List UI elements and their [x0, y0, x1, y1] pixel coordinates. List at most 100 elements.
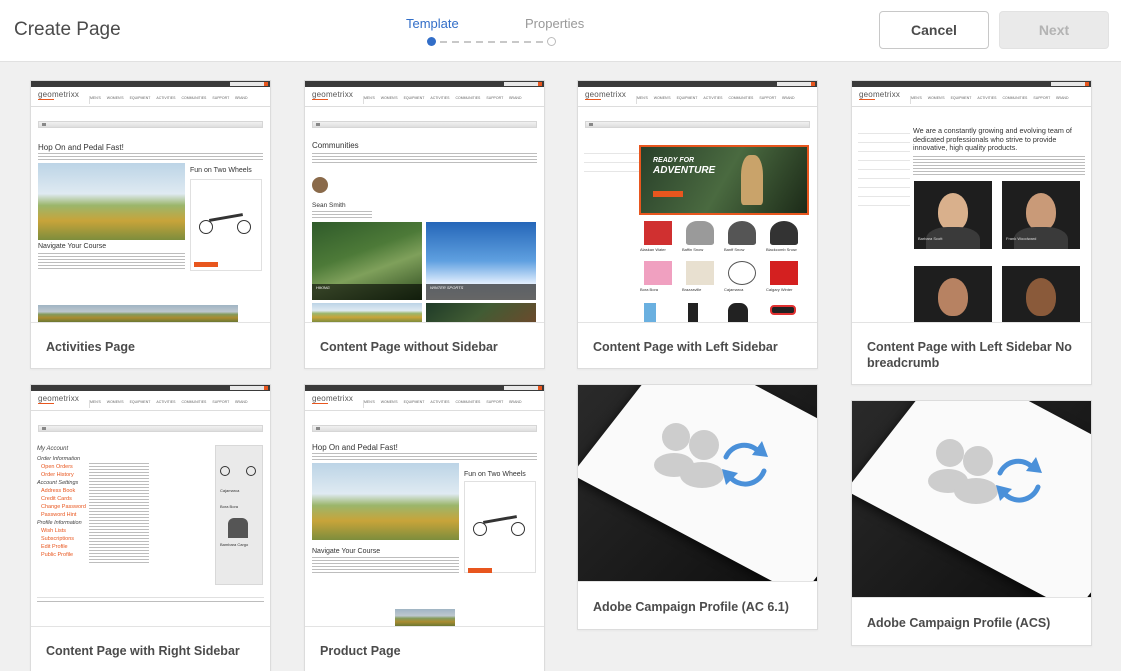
template-card-content-no-sidebar[interactable]: geometrixx MEN'S WOMEN'S EQUIPMENT ACTIVITI…: [304, 80, 545, 369]
thumb-divider: [852, 106, 1091, 107]
thumb-product-image: [688, 303, 698, 322]
template-thumbnail: geometrixx MEN'S WOMEN'S EQUIPMENT ACTIVITI…: [852, 81, 1091, 322]
thumb-logo: geometrixx: [38, 394, 80, 403]
thumb-logo: geometrixx: [859, 90, 901, 99]
thumb-sidebar: [858, 125, 910, 206]
card-divider: [852, 597, 1091, 598]
template-label: Content Page with Left Sidebar: [593, 340, 778, 354]
thumb-sidebar-item: [584, 163, 639, 172]
thumb-nav: MEN'S WOMEN'S EQUIPMENT ACTIVITIES COMMUNITI…: [910, 96, 1085, 104]
thumb-product-name: Brazzaville: [682, 287, 702, 292]
thumb-product: Calgary Winter: [766, 261, 802, 299]
template-card-right-sidebar[interactable]: geometrixx MEN'S WOMEN'S EQUIPMENT ACTIVITI…: [30, 384, 271, 671]
thumb-logo-underline: [38, 403, 54, 404]
thumb-footer-divider: [37, 597, 264, 598]
thumb-nav-item: MEN'S: [90, 400, 101, 404]
bike-wheel: [511, 522, 525, 536]
thumb-image-mountain: [312, 463, 459, 540]
template-label: Adobe Campaign Profile (ACS): [867, 616, 1051, 630]
bike-icon: [197, 202, 257, 242]
thumb-breadcrumb: [585, 121, 810, 128]
thumb-divider: [305, 410, 544, 411]
thumb-product: Blackcomb Snow: [766, 221, 802, 259]
thumb-nav-item: BRAND: [235, 400, 248, 404]
template-thumbnail: geometrixx MEN'S WOMEN'S EQUIPMENT ACTIVITI…: [31, 385, 270, 626]
thumb-nav-item: EQUIPMENT: [129, 400, 151, 404]
step-properties[interactable]: Properties: [525, 16, 584, 31]
template-label: Product Page: [320, 644, 401, 658]
thumb-text-lines: [312, 211, 372, 218]
thumb-link: Subscriptions: [41, 536, 75, 542]
thumb-nav-item: MEN'S: [637, 96, 648, 100]
card-divider: [31, 322, 270, 323]
template-card-product[interactable]: geometrixx MEN'S WOMEN'S EQUIPMENT ACTIVITI…: [304, 384, 545, 671]
thumb-subheading: Navigate Your Course: [312, 548, 381, 555]
thumb-portrait: Barbara Scott: [914, 181, 992, 249]
thumb-product: Bora Bora: [640, 261, 676, 299]
thumb-portrait-name: Frank Woodward: [1006, 236, 1037, 241]
thumb-section-title: Profile Information: [37, 520, 82, 526]
thumb-text-lines: [913, 156, 1085, 176]
thumb-link: Password Hint: [41, 512, 77, 518]
thumb-topbar: [578, 81, 817, 87]
thumb-nav-item: ACTIVITIES: [430, 400, 450, 404]
thumb-product: Banff Snow: [724, 221, 760, 259]
thumb-nav-item: BRAND: [1056, 96, 1069, 100]
template-card-campaign-ac61[interactable]: Adobe Campaign Profile (AC 6.1): [577, 384, 818, 630]
bike-wheel: [237, 220, 251, 234]
template-card-left-sidebar-no-breadcrumb[interactable]: geometrixx MEN'S WOMEN'S EQUIPMENT ACTIVITI…: [851, 80, 1092, 385]
thumb-sidebar: [584, 145, 639, 172]
template-card-campaign-acs[interactable]: Adobe Campaign Profile (ACS): [851, 400, 1092, 646]
thumb-nav: MEN'S WOMEN'S EQUIPMENT ACTIVITIES COMMUNITI…: [363, 400, 538, 408]
thumb-logo-underline: [312, 99, 328, 100]
thumb-search-go: [264, 82, 268, 86]
progress-dash: [500, 41, 507, 43]
progress-dash: [464, 41, 471, 43]
step-template[interactable]: Template: [406, 16, 459, 31]
thumb-image-strip: [426, 303, 536, 322]
wizard-progress: [427, 36, 557, 46]
thumb-image-hiking: HIKING: [312, 222, 422, 300]
thumb-sidebar-item: [858, 125, 910, 134]
thumb-product: Cajamarca: [724, 261, 760, 299]
thumb-nav-item: MEN'S: [911, 96, 922, 100]
bike-wheel: [473, 522, 487, 536]
thumb-logo-underline: [585, 99, 601, 100]
thumb-promo-text: ADVENTURE: [653, 165, 716, 176]
thumb-nav: MEN'S WOMEN'S EQUIPMENT ACTIVITIES COMMUNITI…: [636, 96, 811, 104]
template-card-activities[interactable]: geometrixx MEN'S WOMEN'S EQUIPMENT ACTIVITI…: [30, 80, 271, 369]
next-button[interactable]: Next: [999, 11, 1109, 49]
thumb-caption: WINTER SPORTS: [430, 285, 464, 290]
thumb-product: Brazzaville: [682, 261, 718, 299]
thumb-search: [504, 82, 538, 86]
thumb-image-strip: [395, 609, 455, 626]
thumb-portrait: Frank Woodward: [1002, 181, 1080, 249]
thumb-sidebar-item: [858, 134, 910, 143]
bike-frame: [482, 515, 518, 524]
thumb-side-item: Bambara Cargo: [220, 542, 249, 547]
card-divider: [305, 626, 544, 627]
thumb-add-to-cart: [194, 262, 218, 267]
thumb-product-image: [770, 261, 798, 285]
thumb-subheading: Navigate Your Course: [38, 243, 107, 250]
template-thumbnail: geometrixx MEN'S WOMEN'S EQUIPMENT ACTIVITI…: [578, 81, 817, 322]
bike-wheel: [246, 466, 256, 476]
thumb-search: [504, 386, 538, 390]
thumb-section-title: Order Information: [37, 456, 81, 462]
thumb-logo: geometrixx: [38, 90, 80, 99]
progress-dash: [452, 41, 459, 43]
thumb-footer-lines: [37, 601, 264, 604]
thumb-topbar: [305, 385, 544, 391]
progress-dot-last: [547, 37, 556, 46]
thumb-text-lines: [312, 557, 459, 575]
progress-dash: [476, 41, 483, 43]
bike-wheel: [199, 220, 213, 234]
thumb-sidebar-item: [584, 145, 639, 154]
thumb-nav-item: COMMUNITIES: [181, 96, 207, 100]
thumb-link: Wish Lists: [41, 528, 67, 534]
template-card-left-sidebar[interactable]: geometrixx MEN'S WOMEN'S EQUIPMENT ACTIVITI…: [577, 80, 818, 369]
thumb-search-go: [811, 82, 815, 86]
cancel-button[interactable]: Cancel: [879, 11, 989, 49]
bike-frame: [208, 213, 244, 222]
template-label: Content Page with Right Sidebar: [46, 644, 240, 658]
